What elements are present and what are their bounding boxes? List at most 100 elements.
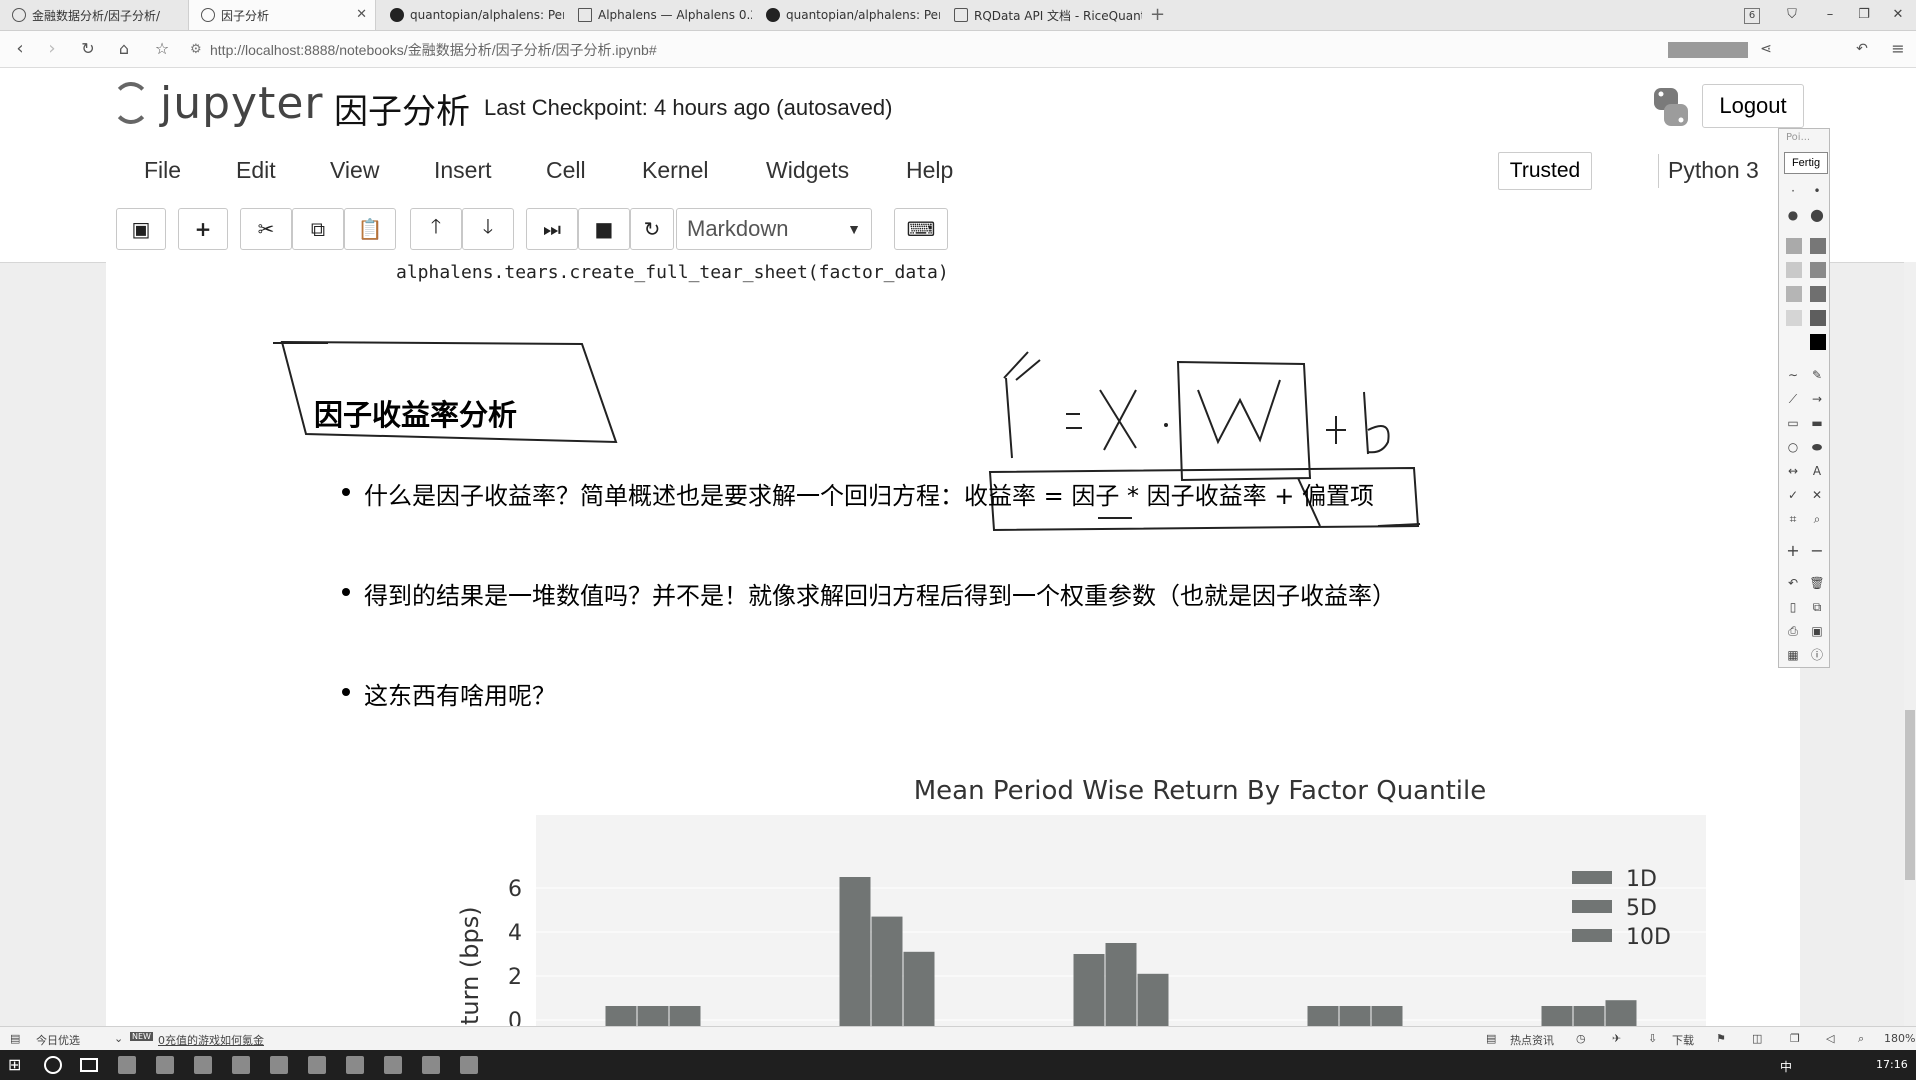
floppy-save-icon[interactable]: ▣ bbox=[1808, 624, 1826, 638]
scrollbar-thumb[interactable] bbox=[1905, 710, 1915, 880]
window-icon[interactable]: ❐ bbox=[1790, 1032, 1800, 1045]
notebook-title[interactable]: 因子分析 bbox=[334, 84, 470, 133]
browser-tab[interactable]: 金融数据分析/因子分析/ bbox=[0, 0, 186, 30]
history-icon[interactable]: ◷ bbox=[1576, 1032, 1586, 1045]
volume-icon[interactable]: ◁ bbox=[1826, 1032, 1834, 1045]
task-view-icon[interactable] bbox=[80, 1058, 98, 1072]
info-icon[interactable]: ⓘ bbox=[1808, 648, 1826, 662]
folder-app-icon[interactable] bbox=[156, 1056, 174, 1074]
app-icon[interactable] bbox=[346, 1056, 364, 1074]
ellipse-icon[interactable]: ○ bbox=[1784, 440, 1802, 454]
menu-file[interactable]: File bbox=[144, 157, 181, 184]
copy-page-icon[interactable]: ⧉ bbox=[1808, 600, 1826, 614]
freehand-icon[interactable]: ∼ bbox=[1784, 368, 1802, 382]
menu-icon[interactable]: ≡ bbox=[1886, 37, 1910, 61]
cut-button[interactable]: ✂ bbox=[240, 208, 292, 250]
menu-widgets[interactable]: Widgets bbox=[766, 157, 849, 184]
status-news-link[interactable]: 0充值的游戏如何氪金 bbox=[158, 1032, 264, 1048]
drawing-done-button[interactable]: Fertig bbox=[1784, 152, 1828, 174]
app-icon[interactable] bbox=[194, 1056, 212, 1074]
menu-cell[interactable]: Cell bbox=[546, 157, 586, 184]
interrupt-button[interactable]: ■ bbox=[578, 208, 630, 250]
insert-cell-button[interactable]: + bbox=[178, 208, 228, 250]
extension-badge[interactable] bbox=[1668, 42, 1748, 58]
status-hot-news[interactable]: 热点资讯 bbox=[1510, 1032, 1554, 1048]
menu-view[interactable]: View bbox=[330, 157, 379, 184]
minus-icon[interactable]: − bbox=[1808, 543, 1826, 559]
code-cell-source[interactable]: alphalens.tears.create_full_tear_sheet(f… bbox=[396, 262, 949, 283]
tab-count-badge[interactable]: 6 bbox=[1744, 8, 1760, 24]
command-palette-button[interactable]: ⌨ bbox=[894, 208, 948, 250]
app-icon[interactable] bbox=[308, 1056, 326, 1074]
taskbar-clock[interactable]: 17:16 bbox=[1876, 1058, 1908, 1071]
ime-indicator[interactable]: 中 bbox=[1780, 1058, 1792, 1075]
app-icon[interactable] bbox=[384, 1056, 402, 1074]
color-swatch[interactable] bbox=[1810, 334, 1826, 350]
menu-kernel[interactable]: Kernel bbox=[642, 157, 708, 184]
home-icon[interactable]: ⌂ bbox=[112, 37, 136, 61]
tools-icon[interactable]: ✈ bbox=[1612, 1032, 1621, 1045]
rectangle-icon[interactable]: ▭ bbox=[1784, 416, 1802, 430]
copy-button[interactable]: ⧉ bbox=[292, 208, 344, 250]
browser-tab[interactable]: quantopian/alphalens: Perfor bbox=[378, 0, 564, 30]
browser-tab[interactable]: quantopian/alphalens: Perfor bbox=[754, 0, 940, 30]
check-icon[interactable]: ✓ bbox=[1784, 488, 1802, 502]
undo-icon[interactable]: ↶ bbox=[1784, 576, 1802, 590]
menu-insert[interactable]: Insert bbox=[434, 157, 492, 184]
large-dot-icon[interactable]: ● bbox=[1784, 208, 1802, 222]
close-tab-icon[interactable]: ✕ bbox=[356, 7, 367, 22]
cross-icon[interactable]: ✕ bbox=[1808, 488, 1826, 502]
app-icon[interactable] bbox=[232, 1056, 250, 1074]
paste-button[interactable]: 📋 bbox=[344, 208, 396, 250]
filled-ellipse-icon[interactable]: ⬬ bbox=[1808, 440, 1826, 454]
color-swatch[interactable] bbox=[1810, 238, 1826, 254]
cell-type-select[interactable]: Markdown ▼ bbox=[676, 208, 872, 250]
line-icon[interactable]: ⟋ bbox=[1784, 392, 1802, 406]
close-window-icon[interactable]: ✕ bbox=[1886, 4, 1910, 26]
news-icon[interactable]: ▤ bbox=[1486, 1032, 1496, 1045]
menu-help[interactable]: Help bbox=[906, 157, 953, 184]
color-swatch[interactable] bbox=[1786, 310, 1802, 326]
crop-icon[interactable]: ⌗ bbox=[1784, 512, 1802, 526]
menu-edit[interactable]: Edit bbox=[236, 157, 276, 184]
jupyter-logo-text[interactable]: jupyter bbox=[160, 78, 324, 129]
color-swatch[interactable] bbox=[1786, 286, 1802, 302]
forward-icon[interactable]: › bbox=[40, 37, 64, 61]
search-icon[interactable] bbox=[44, 1056, 62, 1074]
share-icon[interactable]: ⋖ bbox=[1754, 37, 1778, 61]
reload-icon[interactable]: ↻ bbox=[76, 37, 100, 61]
pencil-icon[interactable]: ✎ bbox=[1808, 368, 1826, 382]
save-button[interactable]: ▣ bbox=[116, 208, 166, 250]
trusted-indicator[interactable]: Trusted bbox=[1498, 152, 1592, 190]
back-icon[interactable]: ‹ bbox=[8, 37, 32, 61]
arrow-icon[interactable]: → bbox=[1808, 392, 1826, 406]
text-tool-icon[interactable]: A bbox=[1808, 464, 1826, 478]
status-recommend[interactable]: 今日优选 bbox=[36, 1032, 80, 1048]
new-page-icon[interactable]: ▯ bbox=[1784, 600, 1802, 614]
browser-tab-active[interactable]: 因子分析 ✕ bbox=[188, 0, 376, 30]
status-download[interactable]: 下载 bbox=[1672, 1032, 1694, 1048]
undo-close-icon[interactable]: ↶ bbox=[1850, 37, 1874, 61]
site-info-icon[interactable]: ⚙ bbox=[190, 42, 202, 57]
zoom-icon[interactable]: ⌕ bbox=[1808, 512, 1826, 526]
star-icon[interactable]: ☆ bbox=[150, 37, 174, 61]
kernel-indicator[interactable]: Python 3 bbox=[1668, 157, 1759, 184]
run-button[interactable]: ⏭ bbox=[526, 208, 578, 250]
medium-dot-icon[interactable]: • bbox=[1808, 184, 1826, 198]
xlarge-dot-icon[interactable]: ● bbox=[1808, 207, 1826, 223]
app-icon[interactable] bbox=[422, 1056, 440, 1074]
zoom-level[interactable]: 180% bbox=[1884, 1032, 1915, 1045]
small-dot-icon[interactable]: · bbox=[1784, 184, 1802, 198]
restart-button[interactable]: ↻ bbox=[630, 208, 674, 250]
filled-rectangle-icon[interactable]: ▬ bbox=[1808, 416, 1826, 430]
windows-start-icon[interactable]: ⊞ bbox=[8, 1056, 26, 1074]
plus-icon[interactable]: + bbox=[1784, 543, 1802, 559]
app-icon[interactable] bbox=[270, 1056, 288, 1074]
flag-icon[interactable]: ⚑ bbox=[1716, 1032, 1726, 1045]
download-icon[interactable]: ⇩ bbox=[1648, 1032, 1657, 1045]
move-up-button[interactable]: 🡑 bbox=[410, 208, 462, 250]
color-swatch[interactable] bbox=[1786, 238, 1802, 254]
expand-icon[interactable]: ▤ bbox=[10, 1032, 20, 1045]
browser-app-icon[interactable] bbox=[118, 1056, 136, 1074]
maximize-icon[interactable]: ❐ bbox=[1852, 4, 1876, 26]
